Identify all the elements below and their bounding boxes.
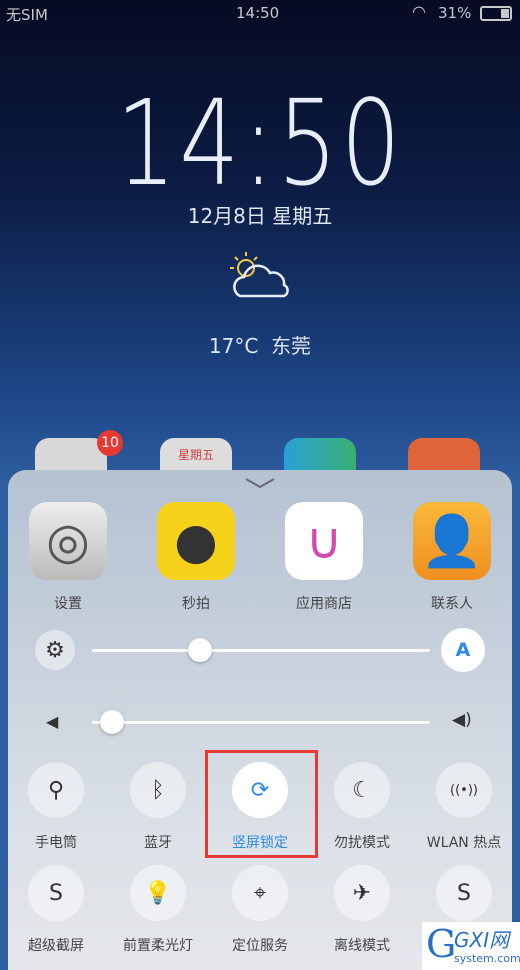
flashlight-icon[interactable]: ⚲ [28, 762, 84, 818]
highlight-box [205, 750, 318, 858]
carrier: 无SIM [6, 6, 48, 24]
watermark-text: GXI网 [454, 928, 510, 952]
location-icon[interactable]: ⌖ [232, 865, 288, 921]
toggle-label: 蓝牙 [144, 835, 172, 851]
auto-brightness-button[interactable]: A [441, 628, 485, 672]
contacts-icon[interactable]: 👤 [413, 502, 491, 580]
app-store-icon[interactable]: ∪ [285, 502, 363, 580]
lock-clock: 14:50 [115, 74, 405, 212]
airplane-icon[interactable]: ✈ [334, 865, 390, 921]
volume-slider[interactable] [92, 721, 430, 724]
toggle-label: 前置柔光灯 [123, 938, 193, 954]
brightness-slider[interactable] [92, 649, 430, 652]
bulb-icon[interactable]: 💡 [130, 865, 186, 921]
brightness-thumb[interactable] [188, 638, 213, 662]
camera-icon[interactable]: ● [157, 502, 235, 580]
screenshot-icon[interactable]: S [28, 865, 84, 921]
toggle-label: 手电筒 [35, 835, 77, 851]
wifi-icon: ◠ [412, 2, 426, 21]
app-label: 联系人 [431, 596, 473, 612]
toggle-label: WLAN 热点 [426, 835, 502, 851]
city: 东莞 [271, 334, 312, 358]
hotspot-icon[interactable]: ((•)) [436, 762, 492, 818]
watermark-sub: system.com [454, 952, 520, 965]
app-label: 秒拍 [182, 596, 210, 612]
battery-saver-icon[interactable]: S [436, 865, 492, 921]
brightness-icon: ⚙ [35, 630, 75, 670]
toggle-label: 定位服务 [232, 938, 288, 954]
partly-cloudy-icon [228, 250, 292, 302]
toggle-label: 离线模式 [334, 938, 390, 954]
watermark-logo: G [426, 922, 457, 966]
volume-thumb[interactable] [100, 710, 125, 734]
temperature: 17°C [208, 334, 259, 358]
chevron-down-icon[interactable] [244, 474, 276, 489]
watermark: G GXI网 system.com [422, 922, 520, 970]
toggle-label: 超级截屏 [28, 938, 84, 954]
battery-icon [480, 6, 512, 21]
moon-icon[interactable]: ☾ [334, 762, 390, 818]
status-time: 14:50 [236, 4, 280, 22]
toggle-label: 勿扰模式 [334, 835, 390, 851]
app-label: 应用商店 [296, 596, 352, 612]
status-bar: 无SIM 14:50 ◠ 31% [0, 0, 520, 28]
settings-icon[interactable]: ◎ [29, 502, 107, 580]
battery-text: 31% [438, 4, 472, 22]
lock-date: 12月8日 星期五 [187, 204, 333, 228]
notification-badge: 10 [97, 430, 123, 456]
app-label: 设置 [54, 596, 82, 612]
lock-weather: 17°C 东莞 [0, 330, 520, 359]
volume-high-icon: ◀) [452, 710, 472, 730]
volume-low-icon: ◀ [46, 712, 59, 731]
bluetooth-icon[interactable]: ᛒ [130, 762, 186, 818]
